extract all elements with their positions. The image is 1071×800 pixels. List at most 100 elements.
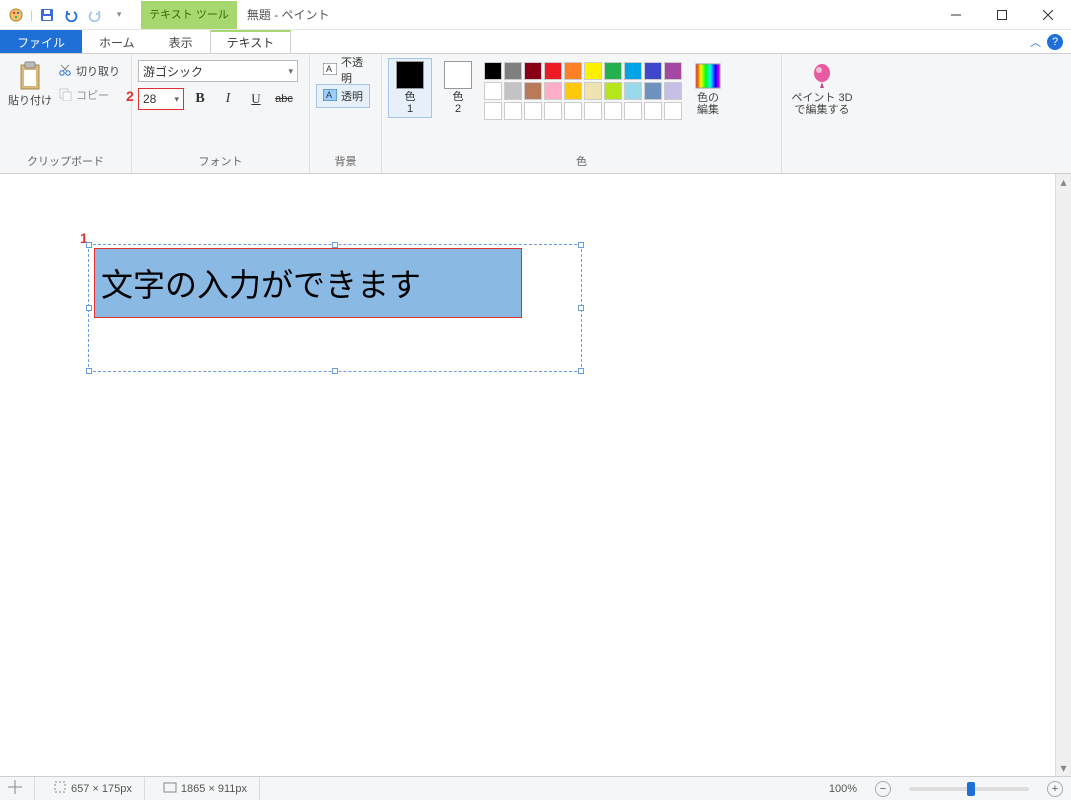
status-bar: 657 × 175px 1865 × 911px 100% − + bbox=[0, 776, 1071, 800]
close-button[interactable] bbox=[1025, 0, 1071, 30]
scroll-up-icon[interactable]: ▴ bbox=[1056, 174, 1071, 190]
palette-color[interactable] bbox=[604, 82, 622, 100]
text-selection-box[interactable]: 文字の入力ができます bbox=[94, 248, 522, 318]
redo-icon[interactable] bbox=[85, 5, 105, 25]
palette-color[interactable] bbox=[544, 102, 562, 120]
resize-handle-s[interactable] bbox=[332, 368, 338, 374]
color-palette bbox=[484, 58, 682, 120]
copy-button[interactable]: コピー bbox=[58, 84, 120, 106]
chevron-down-icon: ▾ bbox=[288, 66, 293, 77]
scroll-down-icon[interactable]: ▾ bbox=[1056, 760, 1071, 776]
palette-color[interactable] bbox=[484, 62, 502, 80]
resize-handle-ne[interactable] bbox=[578, 242, 584, 248]
ribbon-tab-bar: ファイル ホーム 表示 テキスト ︿ ? bbox=[0, 30, 1071, 54]
palette-color[interactable] bbox=[544, 62, 562, 80]
palette-color[interactable] bbox=[604, 102, 622, 120]
underline-button[interactable]: U bbox=[244, 88, 268, 110]
edit-colors-button[interactable]: 色の 編集 bbox=[686, 58, 730, 118]
cursor-pos-icon bbox=[8, 780, 22, 797]
color2-swatch bbox=[444, 61, 472, 89]
palette-row-2 bbox=[484, 82, 682, 100]
palette-color[interactable] bbox=[584, 82, 602, 100]
tab-text-label: テキスト bbox=[227, 34, 275, 51]
palette-color[interactable] bbox=[484, 82, 502, 100]
zoom-out-button[interactable]: − bbox=[875, 781, 891, 797]
palette-color[interactable] bbox=[584, 62, 602, 80]
ribbon-collapse-icon[interactable]: ︿ bbox=[1030, 34, 1041, 50]
resize-handle-e[interactable] bbox=[578, 305, 584, 311]
qat-dropdown-icon[interactable]: ▾ bbox=[109, 5, 129, 25]
italic-button[interactable]: I bbox=[216, 88, 240, 110]
ribbon-group-clipboard: 貼り付け 切り取り コピー クリップボード bbox=[0, 54, 132, 173]
transparent-button[interactable]: A 透明 bbox=[316, 84, 370, 108]
palette-color[interactable] bbox=[664, 82, 682, 100]
paint3d-group-label bbox=[788, 167, 856, 173]
tab-file-label: ファイル bbox=[17, 34, 65, 51]
save-icon[interactable] bbox=[37, 5, 57, 25]
canvas-area[interactable]: 1 文字の入力ができます ▴ ▾ bbox=[0, 174, 1071, 776]
palette-color[interactable] bbox=[504, 82, 522, 100]
palette-color[interactable] bbox=[564, 102, 582, 120]
palette-color[interactable] bbox=[664, 62, 682, 80]
opaque-button[interactable]: A 不透明 bbox=[316, 58, 375, 82]
resize-handle-se[interactable] bbox=[578, 368, 584, 374]
resize-handle-sw[interactable] bbox=[86, 368, 92, 374]
vertical-scrollbar[interactable]: ▴ ▾ bbox=[1055, 174, 1071, 776]
palette-color[interactable] bbox=[604, 62, 622, 80]
cut-button[interactable]: 切り取り bbox=[58, 60, 120, 82]
palette-color[interactable] bbox=[524, 82, 542, 100]
palette-color[interactable] bbox=[624, 82, 642, 100]
color1-button[interactable]: 色 1 bbox=[388, 58, 432, 118]
tab-file[interactable]: ファイル bbox=[0, 30, 82, 53]
palette-color[interactable] bbox=[644, 102, 662, 120]
title-bar: | ▾ テキスト ツール 無題 - ペイント bbox=[0, 0, 1071, 30]
zoom-in-button[interactable]: + bbox=[1047, 781, 1063, 797]
clipboard-icon bbox=[14, 60, 46, 92]
help-icon[interactable]: ? bbox=[1047, 34, 1063, 50]
font-family-combo[interactable]: 游ゴシック ▾ bbox=[138, 60, 298, 82]
palette-color[interactable] bbox=[644, 62, 662, 80]
balloon-icon bbox=[806, 60, 838, 92]
palette-color[interactable] bbox=[504, 102, 522, 120]
svg-text:A: A bbox=[326, 90, 332, 100]
paste-button[interactable]: 貼り付け bbox=[6, 58, 54, 110]
bold-button[interactable]: B bbox=[188, 88, 212, 110]
palette-color[interactable] bbox=[624, 62, 642, 80]
palette-color[interactable] bbox=[644, 82, 662, 100]
opaque-label: 不透明 bbox=[341, 54, 368, 86]
palette-color[interactable] bbox=[524, 102, 542, 120]
palette-color[interactable] bbox=[584, 102, 602, 120]
color2-button[interactable]: 色 2 bbox=[436, 58, 480, 118]
ribbon-group-font: 2 游ゴシック ▾ 28 ▾ B I U abc フォント bbox=[132, 54, 310, 173]
zoom-slider[interactable] bbox=[909, 787, 1029, 791]
zoom-value: 100% bbox=[829, 783, 857, 795]
palette-color[interactable] bbox=[544, 82, 562, 100]
undo-icon[interactable] bbox=[61, 5, 81, 25]
palette-color[interactable] bbox=[564, 62, 582, 80]
qat-separator: | bbox=[30, 8, 33, 22]
resize-handle-nw[interactable] bbox=[86, 242, 92, 248]
palette-color[interactable] bbox=[564, 82, 582, 100]
zoom-slider-knob[interactable] bbox=[967, 782, 975, 796]
minimize-button[interactable] bbox=[933, 0, 979, 30]
text-tools-contextual-tab: テキスト ツール bbox=[141, 1, 237, 29]
maximize-button[interactable] bbox=[979, 0, 1025, 30]
status-canvas-section: 1865 × 911px bbox=[163, 777, 260, 800]
palette-color[interactable] bbox=[624, 102, 642, 120]
font-size-combo[interactable]: 28 ▾ bbox=[138, 88, 184, 110]
tab-view[interactable]: 表示 bbox=[152, 30, 210, 53]
transparent-label: 透明 bbox=[341, 88, 363, 104]
tools-tab-label: テキスト ツール bbox=[149, 9, 229, 21]
paint3d-button[interactable]: ペイント 3D で編集する bbox=[788, 58, 856, 118]
resize-handle-w[interactable] bbox=[86, 305, 92, 311]
font-family-value: 游ゴシック bbox=[143, 63, 203, 80]
palette-color[interactable] bbox=[524, 62, 542, 80]
palette-color[interactable] bbox=[664, 102, 682, 120]
tab-text[interactable]: テキスト bbox=[210, 30, 292, 53]
tab-home[interactable]: ホーム bbox=[82, 30, 152, 53]
palette-color[interactable] bbox=[504, 62, 522, 80]
canvas[interactable]: 1 文字の入力ができます bbox=[0, 174, 1055, 776]
strikethrough-button[interactable]: abc bbox=[272, 88, 296, 110]
palette-color[interactable] bbox=[484, 102, 502, 120]
opaque-icon: A bbox=[323, 63, 337, 78]
